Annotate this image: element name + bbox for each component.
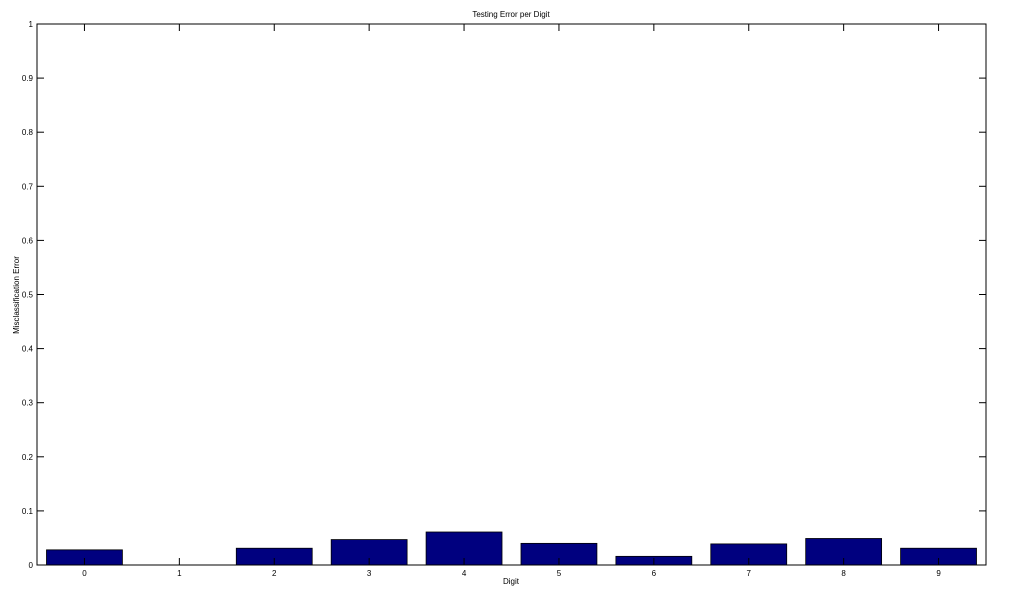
bar-chart: 0 1 2 3 4 5 6 7 8 900.10.20.30.40.50.60.70.80.91 …: [12, 10, 987, 586]
y-tick-label: 0: [29, 561, 34, 570]
x-tick-label: 9: [936, 569, 941, 578]
x-tick-label: 3: [367, 569, 372, 578]
x-tick-label: 2: [272, 569, 277, 578]
y-tick-label: 0.9: [22, 74, 34, 83]
y-tick-label: 0.1: [22, 507, 34, 516]
bars-layer: [46, 531, 977, 566]
x-tick-label: 5: [557, 569, 562, 578]
y-tick-label: 0.4: [22, 345, 34, 354]
x-tick-label: 8: [841, 569, 846, 578]
y-tick-label: 0.3: [22, 399, 34, 408]
x-tick-label: 7: [747, 569, 752, 578]
x-tick-label: 4: [462, 569, 467, 578]
x-tick-label: 0: [82, 569, 87, 578]
chart-title: Testing Error per Digit: [472, 10, 550, 19]
y-tick-label: 0.7: [22, 182, 34, 191]
chart-container: 0 1 2 3 4 5 6 7 8 9 0 0.1 0.2 0.3 0.4 0.5 0.6 0.7 0.8 0.9 1 …: [0, 0, 1021, 590]
ticks-layer: [37, 23, 986, 566]
x-tick-label: 6: [652, 569, 657, 578]
y-tick-label: 1: [29, 20, 34, 29]
x-axis-label: Digit: [503, 577, 520, 586]
y-axis-label: Misclassification Error: [12, 256, 21, 334]
y-tick-label: 0.6: [22, 236, 34, 245]
x-tick-label: 1: [177, 569, 182, 578]
y-tick-label: 0.5: [22, 291, 34, 300]
plot-frame: [36, 23, 987, 566]
y-tick-label: 0.8: [22, 128, 34, 137]
y-tick-label: 0.2: [22, 453, 34, 462]
labels-layer: 0 1 2 3 4 5 6 7 8 9 0 0.1 0.2 0.3 0.4 0.5 0.6 0.7 0.8 0.9 1: [22, 20, 941, 578]
